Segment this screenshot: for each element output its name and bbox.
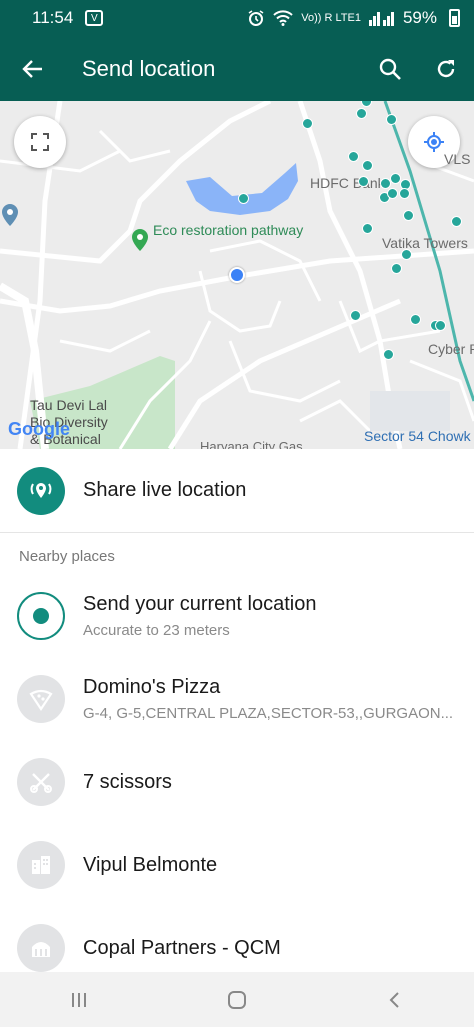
pizza-icon [17, 675, 65, 723]
fullscreen-icon [31, 133, 49, 151]
home-button[interactable] [207, 972, 267, 1027]
refresh-icon [437, 59, 455, 77]
place-item-current-location[interactable]: Send your current location Accurate to 2… [0, 575, 474, 657]
nav-back-button[interactable] [365, 972, 425, 1027]
toolbar: Send location [0, 36, 474, 101]
place-title: Domino's Pizza [83, 676, 221, 698]
place-title: Vipul Belmonte [83, 853, 218, 876]
back-arrow-icon [22, 59, 42, 78]
status-right: Vo)) R LTE1 59% [247, 8, 460, 28]
battery-percent: 59% [402, 8, 437, 27]
place-marker[interactable] [348, 151, 359, 162]
my-location-icon [424, 132, 444, 152]
place-marker[interactable] [435, 320, 446, 331]
home-icon [228, 990, 246, 1009]
share-live-location-label: Share live location [83, 479, 247, 501]
page-title: Send location [82, 55, 216, 81]
place-title: 7 scissors [83, 770, 172, 793]
place-pin-icon [2, 204, 18, 226]
place-marker[interactable] [356, 108, 367, 119]
alarm-icon [248, 10, 264, 26]
place-subtitle: G-4, G-5,CENTRAL PLAZA,SECTOR-53,,GURGAO… [83, 705, 454, 722]
place-marker[interactable] [403, 210, 414, 221]
recents-button[interactable] [49, 972, 109, 1027]
map-label-vatika: Vatika Towers [382, 235, 468, 251]
place-item-7-scissors[interactable]: 7 scissors [0, 741, 474, 823]
signal-icon [368, 12, 394, 26]
wifi-icon [273, 10, 293, 26]
place-marker[interactable] [451, 216, 462, 227]
map-label-hdfc: HDFC Bank [310, 175, 385, 191]
map-label-eco: Eco restoration pathway [153, 222, 304, 238]
place-item-dominos[interactable]: Domino's Pizza G-4, G-5,CENTRAL PLAZA,SE… [0, 658, 474, 740]
place-marker[interactable] [410, 314, 421, 325]
place-subtitle: Accurate to 23 meters [83, 622, 230, 639]
place-marker[interactable] [358, 176, 369, 187]
fullscreen-button[interactable] [14, 116, 66, 168]
building-icon [17, 841, 65, 889]
back-icon [389, 991, 399, 1008]
status-time: 11:54 [32, 8, 74, 27]
place-marker[interactable] [401, 249, 412, 260]
place-marker[interactable] [391, 263, 402, 274]
recents-icon [72, 992, 86, 1007]
map-label-tau-1: Tau Devi Lal [30, 397, 108, 413]
place-item-vipul-belmonte[interactable]: Vipul Belmonte [0, 824, 474, 906]
network-type: Vo)) R LTE1 [301, 12, 361, 24]
system-nav-bar [0, 972, 474, 1027]
google-logo: Google [8, 419, 70, 439]
search-button[interactable] [362, 36, 418, 101]
place-marker[interactable] [383, 349, 394, 360]
place-marker[interactable] [399, 188, 410, 199]
scissors-icon [17, 758, 65, 806]
map[interactable]: HDFC Bank VLS B Eco restoration pathway … [0, 101, 474, 449]
place-title: Copal Partners - QCM [83, 936, 281, 959]
map-label-vls: VLS B [444, 151, 474, 167]
map-label-haryana: Haryana City Gas [200, 439, 303, 449]
park-pin-icon [132, 229, 148, 251]
place-marker[interactable] [387, 188, 398, 199]
place-marker[interactable] [238, 193, 249, 204]
map-label-sector: Sector 54 Chowk [364, 428, 471, 444]
refresh-button[interactable] [418, 36, 474, 101]
search-icon [379, 58, 401, 80]
battery-icon [449, 9, 460, 27]
place-title: Send your current location [83, 593, 317, 615]
live-location-icon [17, 466, 65, 515]
share-live-location-button[interactable]: Share live location [0, 449, 474, 533]
place-marker[interactable] [350, 310, 361, 321]
institution-icon [17, 924, 65, 972]
place-marker[interactable] [362, 223, 373, 234]
place-marker[interactable] [386, 114, 397, 125]
status-bar: 11:54 V Vo)) R LTE1 59% [0, 0, 474, 36]
place-marker[interactable] [362, 160, 373, 171]
map-label-cyber: Cyber P [428, 341, 474, 357]
app-notification-icon: V [85, 10, 104, 26]
nearby-places-header: Nearby places [19, 548, 115, 565]
back-button[interactable] [0, 36, 66, 101]
current-location-icon [17, 592, 65, 640]
current-location-dot [229, 267, 245, 283]
place-marker[interactable] [302, 118, 313, 129]
